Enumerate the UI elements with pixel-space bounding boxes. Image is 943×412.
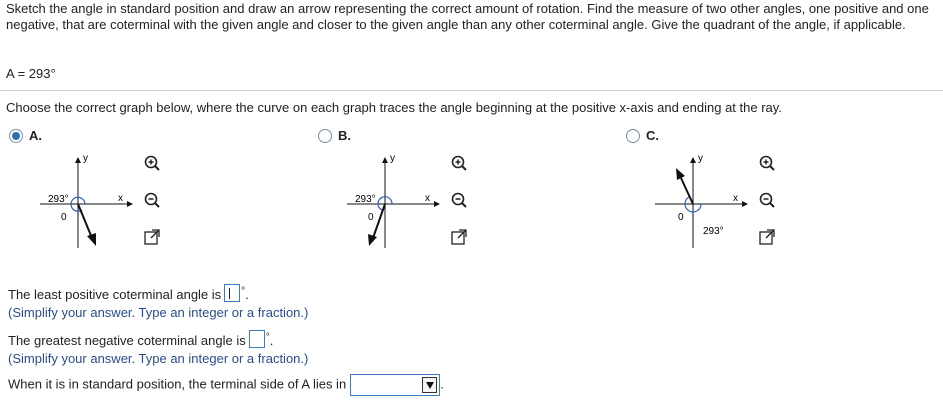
zoom-out-icon[interactable] <box>758 191 776 209</box>
y-axis-label: y <box>698 153 703 164</box>
expand-icon[interactable] <box>450 228 468 246</box>
degree-symbol: ° <box>241 286 246 297</box>
option-c-label: C. <box>646 128 659 143</box>
angle-label: 293° <box>703 226 724 237</box>
x-axis-label: x <box>118 193 123 204</box>
ray-arrowhead <box>87 233 96 246</box>
graph-prompt: Choose the correct graph below, where th… <box>6 100 782 115</box>
zoom-out-icon[interactable] <box>450 191 468 209</box>
least-positive-label: The least positive coterminal angle is <box>8 287 222 302</box>
zoom-in-icon[interactable] <box>143 154 161 172</box>
option-a-label: A. <box>29 128 42 143</box>
y-axis-label: y <box>83 153 88 164</box>
origin-label: 0 <box>368 212 374 223</box>
x-axis-label: x <box>733 193 738 204</box>
given-angle: A = 293° <box>6 66 56 81</box>
greatest-negative-label: The greatest negative coterminal angle i… <box>8 333 246 348</box>
expand-icon[interactable] <box>758 228 776 246</box>
hint-text: (Simplify your answer. Type an integer o… <box>8 351 309 366</box>
option-a[interactable]: A. <box>9 128 42 143</box>
quadrant-dropdown[interactable] <box>350 374 441 396</box>
terminal-ray <box>372 203 386 239</box>
greatest-negative-row: The greatest negative coterminal angle i… <box>8 330 273 348</box>
least-positive-input[interactable] <box>224 284 241 302</box>
option-c-radio[interactable] <box>626 128 640 143</box>
greatest-negative-input[interactable] <box>248 330 265 348</box>
quadrant-row: When it is in standard position, the ter… <box>8 374 444 396</box>
ray-arrowhead <box>368 234 377 246</box>
origin-label: 0 <box>61 212 67 223</box>
hint-text: (Simplify your answer. Type an integer o… <box>8 305 309 320</box>
ray-arrowhead <box>676 168 685 180</box>
graph-b: y x 0 293° <box>347 153 440 248</box>
option-b-radio[interactable] <box>318 128 332 143</box>
least-positive-row: The least positive coterminal angle is °. <box>8 284 249 302</box>
graph-a: y x 0 293° <box>40 153 133 248</box>
option-a-radio[interactable] <box>9 128 23 143</box>
zoom-in-icon[interactable] <box>758 154 776 172</box>
terminal-ray <box>77 203 93 239</box>
degree-symbol: ° <box>265 332 270 343</box>
question-text: Sketch the angle in standard position an… <box>6 1 929 32</box>
dropdown-arrow-icon[interactable] <box>422 377 438 393</box>
period: . <box>440 376 444 392</box>
zoom-in-icon[interactable] <box>450 154 468 172</box>
graph-c: y x 0 293° <box>655 153 748 248</box>
divider <box>0 90 943 91</box>
origin-label: 0 <box>678 212 684 223</box>
terminal-ray <box>680 177 694 205</box>
option-b-label: B. <box>338 128 351 143</box>
angle-label: 293° <box>48 194 69 205</box>
angle-label: 293° <box>355 194 376 205</box>
zoom-out-icon[interactable] <box>143 191 161 209</box>
period: . <box>245 287 249 302</box>
text-cursor <box>229 288 231 299</box>
y-axis-label: y <box>390 153 395 164</box>
option-c[interactable]: C. <box>626 128 659 143</box>
period: . <box>269 333 274 348</box>
option-b[interactable]: B. <box>318 128 351 143</box>
x-axis-label: x <box>425 193 430 204</box>
expand-icon[interactable] <box>143 228 161 246</box>
quadrant-label: When it is in standard position, the ter… <box>8 376 347 392</box>
